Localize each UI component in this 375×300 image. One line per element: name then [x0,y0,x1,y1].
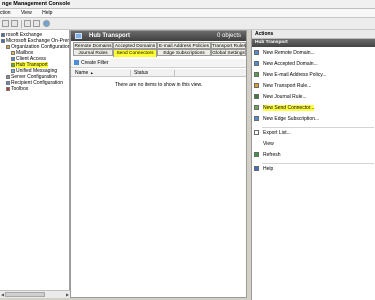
accepted-domain-icon [254,61,259,67]
empty-list-message: There are no items to show in this view. [114,82,203,88]
toolbox-icon [6,86,10,91]
actions-separator [262,163,374,164]
action-item-label: New Send Connector... [263,105,315,111]
action-item[interactable]: New Transport Rule... [254,82,311,90]
window-title: nge Management Console [0,0,375,9]
email-policy-icon [254,72,259,78]
org-icon [6,44,10,49]
show-hide-tree-icon[interactable] [33,20,40,27]
up-icon[interactable] [24,20,31,27]
action-item-label: Export List... [263,130,291,136]
action-item-label: New Accepted Domain... [263,61,318,67]
action-item-label: New Edge Subscription... [263,116,320,122]
action-item-label: New Remote Domain... [263,50,315,56]
sort-ascending-icon: ▲ [90,71,94,75]
filter-icon[interactable] [74,60,79,66]
action-item[interactable]: New Remote Domain... [254,49,315,57]
exchange-icon [1,32,5,37]
action-item[interactable]: View [254,140,274,148]
filter-bar: Create Filter [71,59,246,68]
column-header-row: Name ▲ Status [71,69,246,77]
result-pane-title: Hub Transport [89,33,131,39]
forward-icon[interactable] [11,20,18,27]
client-access-icon [11,56,15,61]
tab-remote-domains[interactable]: Remote Domains [73,42,113,49]
action-item[interactable]: New Journal Rule... [254,93,307,101]
tree-item-label: Toolbox [11,86,29,92]
action-item-label: New E-mail Address Policy... [263,72,327,78]
menu-bar: ction View Help [0,9,375,18]
transport-rule-icon [254,83,259,89]
action-item[interactable]: New E-mail Address Policy... [254,71,327,79]
tab-email-address-policies[interactable]: E-mail Address Policies [157,42,211,49]
console-tree: rosoft Exchange Microsoft Exchange On-Pre… [0,30,70,290]
toolbar [0,18,375,30]
edge-subscription-icon [254,116,259,122]
tree-item[interactable]: Toolbox [6,86,28,92]
actions-separator [262,127,374,128]
actions-pane: Actions Hub Transport New Remote Domain.… [251,30,375,300]
tab-global-settings[interactable]: Global Settings [211,49,246,56]
result-pane-header: Hub Transport 0 objects [71,31,246,41]
action-item[interactable]: Refresh [254,151,281,159]
action-item-label: New Journal Rule... [263,94,307,100]
tab-transport-rules[interactable]: Transport Rules [211,42,246,49]
tab-edge-subscriptions[interactable]: Edge Subscriptions [157,49,211,56]
tab-accepted-domains[interactable]: Accepted Domains [113,42,157,49]
column-divider[interactable] [174,70,175,76]
mailbox-icon [11,50,15,55]
blank-icon [254,141,259,146]
result-pane: Hub Transport 0 objects Remote Domains A… [70,30,247,298]
hub-transport-icon [11,62,15,67]
column-divider[interactable] [130,70,131,76]
export-icon [254,130,259,136]
menu-help[interactable]: Help [42,10,52,16]
exchange-icon [1,38,5,43]
tab-send-connectors[interactable]: Send Connectors [113,49,157,57]
hub-transport-header-icon [75,33,82,39]
column-header-name[interactable]: Name [75,69,88,77]
refresh-icon [254,152,259,158]
back-icon[interactable] [2,20,9,27]
action-item[interactable]: New Accepted Domain... [254,60,318,68]
scroll-thumb[interactable] [5,292,45,297]
actions-section-header[interactable]: Hub Transport [252,39,375,47]
remote-domain-icon [254,50,259,56]
recipient-icon [6,80,10,85]
help-icon [254,166,259,172]
toolbar-separator [21,20,22,28]
create-filter-button[interactable]: Create Filter [81,60,109,66]
tab-journal-rules[interactable]: Journal Rules [73,49,113,56]
action-item-label: New Transport Rule... [263,83,312,89]
column-header-status[interactable]: Status [134,69,148,77]
help-icon[interactable] [43,20,50,27]
action-item[interactable]: Help [254,165,273,173]
action-item-label: Refresh [263,152,281,158]
menu-view[interactable]: View [21,10,32,16]
action-item[interactable]: Export List... [254,129,291,137]
action-item-label: View [263,141,274,147]
server-icon [6,74,10,79]
menu-action[interactable]: ction [0,10,11,16]
action-item[interactable]: New Edge Subscription... [254,115,319,123]
action-item[interactable]: New Send Connector... [254,104,315,112]
action-item-label: Help [263,166,274,172]
send-connector-icon [254,105,259,111]
tree-horizontal-scrollbar[interactable]: ◀ ▶ [0,290,70,298]
tab-row-2: Journal Rules Send Connectors Edge Subsc… [71,49,246,57]
journal-rule-icon [254,94,259,100]
actions-title: Actions [252,30,375,39]
unified-messaging-icon [11,68,15,73]
object-count: 0 objects [216,33,241,39]
